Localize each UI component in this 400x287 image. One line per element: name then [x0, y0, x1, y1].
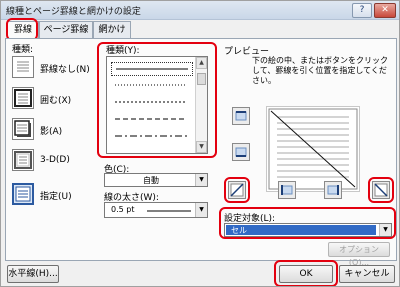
color-value: 自動: [143, 176, 159, 185]
width-dropdown[interactable]: 0.5 pt ▼: [104, 202, 208, 218]
cancel-button[interactable]: キャンセル: [339, 265, 395, 283]
line-style-dash[interactable]: [111, 113, 193, 127]
ok-button[interactable]: OK: [279, 265, 333, 283]
apply-to-selection: [226, 225, 376, 235]
chevron-down-icon[interactable]: ▼: [195, 174, 207, 186]
diagonal-up-button[interactable]: [228, 181, 246, 199]
box-border-icon: [12, 87, 34, 109]
title-bar: 線種とページ罫線と網かけの設定 ? ✕: [1, 1, 399, 20]
line-style-short-dash[interactable]: [111, 96, 193, 110]
apply-to-dropdown[interactable]: セル ▼: [224, 223, 392, 237]
line-style-solid[interactable]: [111, 62, 193, 76]
setting-shadow-label: 影(A): [40, 127, 63, 137]
tab-page-border[interactable]: ページ罫線: [39, 21, 93, 39]
shadow-border-icon: [12, 118, 34, 140]
dialog-title: 線種とページ罫線と網かけの設定: [6, 7, 141, 17]
setting-3d-label: 3-D(D): [40, 155, 70, 165]
setting-shadow[interactable]: 影(A): [12, 118, 96, 144]
setting-3d[interactable]: 3-D(D): [12, 149, 96, 175]
width-sample-line: [147, 210, 191, 212]
setting-none-label: 罫線なし(N): [40, 65, 90, 75]
3d-border-icon: [12, 149, 34, 171]
tab-shading[interactable]: 網かけ: [93, 21, 131, 39]
style-label: 種類(Y):: [106, 46, 140, 56]
scroll-up-icon[interactable]: ▲: [196, 57, 207, 69]
line-style-list[interactable]: ▲ ▼: [106, 56, 208, 154]
top-border-button[interactable]: [232, 107, 250, 125]
line-style-scrollbar[interactable]: ▲ ▼: [195, 57, 207, 153]
horizontal-line-button[interactable]: 水平線(H)...: [7, 265, 59, 283]
left-border-button[interactable]: [278, 181, 296, 199]
help-button[interactable]: ?: [352, 3, 372, 18]
scroll-down-icon[interactable]: ▼: [196, 141, 207, 153]
borders-and-shading-dialog: 線種とページ罫線と網かけの設定 ? ✕ 罫線 ページ罫線 網かけ 種類: 罫線な…: [0, 0, 400, 287]
color-dropdown[interactable]: 自動 ▼: [104, 173, 208, 187]
chevron-down-icon[interactable]: ▼: [195, 203, 207, 217]
chevron-down-icon[interactable]: ▼: [379, 224, 391, 236]
line-style-dotted[interactable]: [111, 79, 193, 93]
custom-border-icon: [12, 183, 34, 205]
width-value: 0.5 pt: [111, 205, 135, 214]
line-style-dash-dot[interactable]: [111, 130, 193, 144]
border-preview[interactable]: [266, 106, 360, 192]
setting-custom-label: 指定(U): [40, 192, 72, 202]
setting-box[interactable]: 囲む(X): [12, 87, 96, 113]
diagonal-down-button[interactable]: [372, 181, 390, 199]
right-border-button[interactable]: [324, 181, 342, 199]
options-button[interactable]: オプション(O)...: [328, 242, 390, 267]
setting-none[interactable]: 罫線なし(N): [12, 56, 96, 82]
no-border-icon: [12, 56, 34, 78]
setting-label: 種類:: [12, 45, 34, 55]
borders-panel: 種類: 罫線なし(N) 囲む(X) 影(A) 3-D(D) 指定(U) 種類(Y…: [5, 38, 397, 267]
scroll-thumb[interactable]: [197, 73, 206, 85]
preview-diagram: [268, 108, 358, 190]
apply-to-value: セル: [231, 226, 247, 235]
setting-custom[interactable]: 指定(U): [12, 183, 96, 209]
preview-instruction: 下の絵の中、またはボタンをクリックして、罫線を引く位置を指定してください。: [252, 56, 388, 85]
bottom-border-button[interactable]: [232, 143, 250, 161]
setting-box-label: 囲む(X): [40, 96, 72, 106]
close-button[interactable]: ✕: [374, 3, 396, 18]
